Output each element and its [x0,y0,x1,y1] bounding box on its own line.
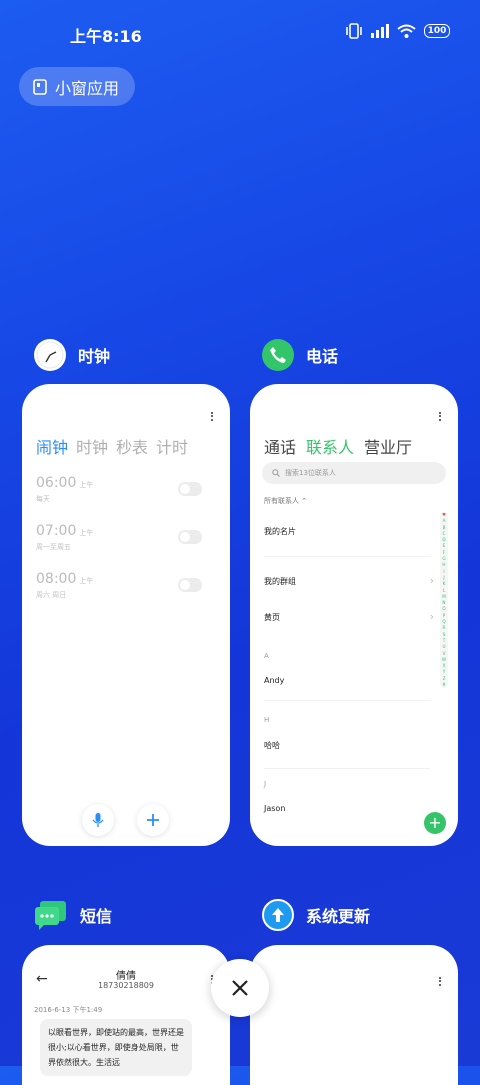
sms-app-header[interactable]: 短信 [34,899,112,931]
alphabet-index-letter[interactable]: # [440,682,448,688]
section-letter: J [264,780,267,788]
battery-indicator: 100 [424,24,450,38]
small-window-apps-button[interactable]: 小窗应用 [19,67,136,106]
phone-app-card[interactable]: 通话 联系人 营业厅 搜索13位联系人 所有联系人 ⌃ 我的名片 我的群组 › … [250,384,458,846]
alarm-time: 06:00 [36,475,77,491]
message-bubble: 以眼看世界，即使站的最高，世界还是很小;以心看世界，即使身处局限，世界依然很大。… [40,1019,192,1076]
plus-icon: + [428,813,442,832]
more-menu-icon[interactable] [439,975,442,987]
clock-app-card[interactable]: 闹钟 时钟 秒表 计时 06:00 上午 每天 07:00 上午 周一至周五 08:… [22,384,230,846]
my-groups-label: 我的群组 [264,577,296,586]
alphabet-index[interactable]: ♥ A B C D E F G H I J K L M N O P Q R S T U V W X Y Z # [440,512,448,689]
my-groups-row[interactable]: 我的群组 › [264,574,434,587]
contact-name: Andy [264,676,285,685]
contact-row[interactable]: Andy [264,676,434,685]
alarm-toggle[interactable] [178,482,202,496]
tab-calls[interactable]: 通话 [264,434,296,458]
small-window-label: 小窗应用 [55,78,120,98]
my-card-row[interactable]: 我的名片 [264,526,434,537]
microphone-icon [92,813,104,827]
close-icon [232,980,248,996]
phone-app-name: 电话 [306,347,339,366]
my-card-label: 我的名片 [264,527,296,536]
status-time: 上午8:16 [70,27,142,46]
alarm-item[interactable]: 06:00 上午 每天 [36,472,216,512]
all-contacts-label: 所有联系人 [264,497,299,505]
alarm-time: 07:00 [36,523,77,539]
more-menu-icon[interactable] [439,410,442,422]
search-placeholder: 搜索13位联系人 [285,469,336,477]
phone-app-header[interactable]: 电话 [262,339,338,371]
contact-search-input[interactable]: 搜索13位联系人 [262,462,446,484]
signal-icon [371,24,389,38]
alarm-toggle[interactable] [178,578,202,592]
yellow-pages-row[interactable]: 黄页 › [264,610,434,623]
tab-clock[interactable]: 时钟 [76,434,108,458]
system-update-card[interactable] [250,945,458,1085]
status-bar: 上午8:16 100 [0,0,480,64]
small-window-icon [33,78,47,95]
wifi-icon [397,24,416,38]
clock-app-header[interactable]: 时钟 [34,339,110,371]
chevron-right-icon: › [429,574,434,587]
message-date: 2016-6-13 下午1:49 [34,1006,103,1014]
add-contact-button[interactable]: + [424,812,446,834]
section-letter: H [264,716,270,724]
tab-stopwatch[interactable]: 秒表 [116,434,148,458]
tab-contacts[interactable]: 联系人 [306,434,354,458]
section-letter: A [264,652,269,660]
voice-button[interactable] [82,804,114,836]
divider [264,700,430,701]
alarm-ampm: 上午 [79,577,94,585]
alarm-item[interactable]: 07:00 上午 周一至周五 [36,520,216,560]
alarm-time: 08:00 [36,571,77,587]
update-app-header[interactable]: 系统更新 [262,899,370,931]
conversation-contact-number: 18730218809 [98,981,154,990]
divider [264,556,430,557]
add-alarm-button[interactable] [137,804,169,836]
alarm-item[interactable]: 08:00 上午 周六 周日 [36,568,216,608]
alarm-toggle[interactable] [178,530,202,544]
divider [264,768,430,769]
clock-app-name: 时钟 [78,347,111,366]
tab-timer[interactable]: 计时 [156,434,188,458]
sms-app-card[interactable]: ← 倩倩 18730218809 2016-6-13 下午1:49 以眼看世界，… [22,945,230,1085]
clear-all-button[interactable] [211,959,269,1017]
update-app-name: 系统更新 [306,907,371,926]
chevron-right-icon: › [429,610,434,623]
phone-tabs: 通话 联系人 营业厅 [264,434,412,458]
all-contacts-filter[interactable]: 所有联系人 ⌃ [264,496,307,506]
contact-row[interactable]: Jason [264,804,434,813]
yellow-pages-label: 黄页 [264,613,280,622]
plus-icon [147,814,159,826]
status-icons: 100 [345,23,450,39]
conversation-contact-name: 倩倩 [116,971,136,982]
clock-tabs: 闹钟 时钟 秒表 计时 [36,434,188,458]
more-menu-icon[interactable] [211,410,214,422]
clock-app-icon [34,339,66,371]
phone-app-icon [262,339,294,371]
search-icon [272,469,280,477]
message-app-icon [35,901,66,930]
system-update-icon [262,899,294,931]
contact-name: 哈哈 [264,741,280,750]
alarm-ampm: 上午 [79,481,94,489]
tab-service-hall[interactable]: 营业厅 [364,434,412,458]
contact-row[interactable]: 哈哈 [264,740,434,751]
vibrate-icon [346,23,362,39]
sms-app-name: 短信 [80,907,113,926]
contact-name: Jason [264,804,286,813]
alarm-ampm: 上午 [79,529,94,537]
tab-alarm[interactable]: 闹钟 [36,434,68,458]
